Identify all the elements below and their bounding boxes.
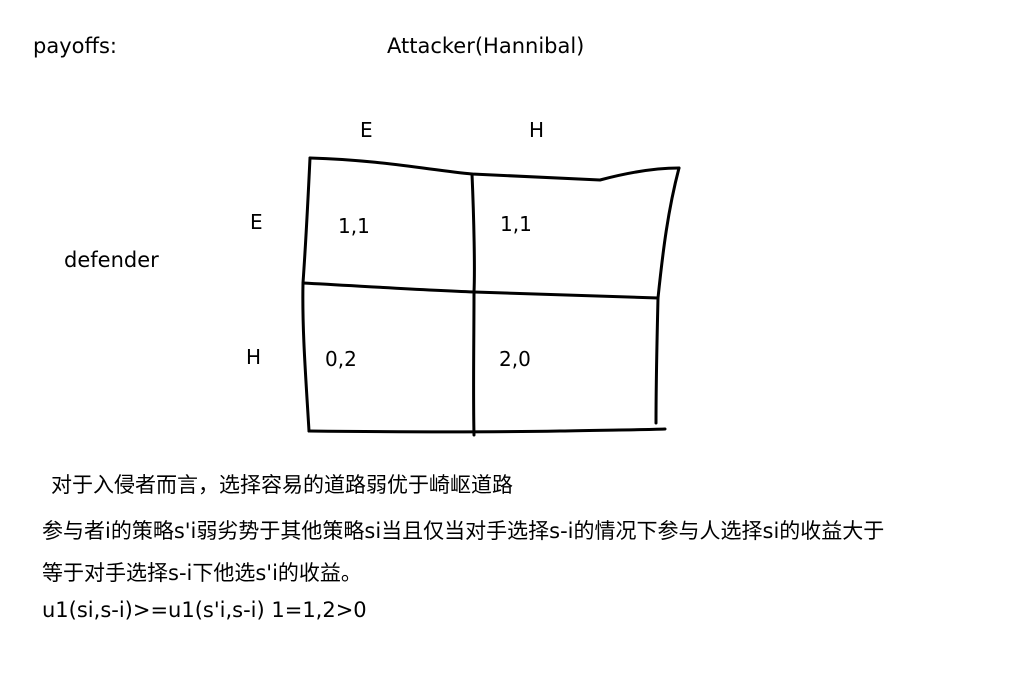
- grid-top-border: [308, 156, 681, 182]
- payoff-cell-h-e: 0,2: [325, 347, 357, 371]
- note-line-3: 等于对手选择s-i下他选s'i的收益。: [42, 561, 362, 585]
- payoff-cell-e-h: 1,1: [500, 212, 532, 236]
- payoff-cell-e-e: 1,1: [338, 214, 370, 238]
- grid-left-border: [301, 156, 312, 433]
- formula-line: u1(si,s-i)>=u1(s'i,s-i) 1=1,2>0: [42, 598, 367, 622]
- grid-right-border: [654, 166, 681, 425]
- note-line-1: 对于入侵者而言，选择容易的道路弱优于崎岖道路: [51, 473, 513, 497]
- payoff-cell-h-h: 2,0: [499, 347, 531, 371]
- grid-middle-horizontal: [301, 281, 660, 300]
- note-line-2: 参与者i的策略s'i弱劣势于其他策略si当且仅当对手选择s-i的情况下参与人选择…: [42, 519, 885, 543]
- grid-bottom-border: [307, 427, 667, 434]
- grid-middle-vertical: [470, 172, 476, 437]
